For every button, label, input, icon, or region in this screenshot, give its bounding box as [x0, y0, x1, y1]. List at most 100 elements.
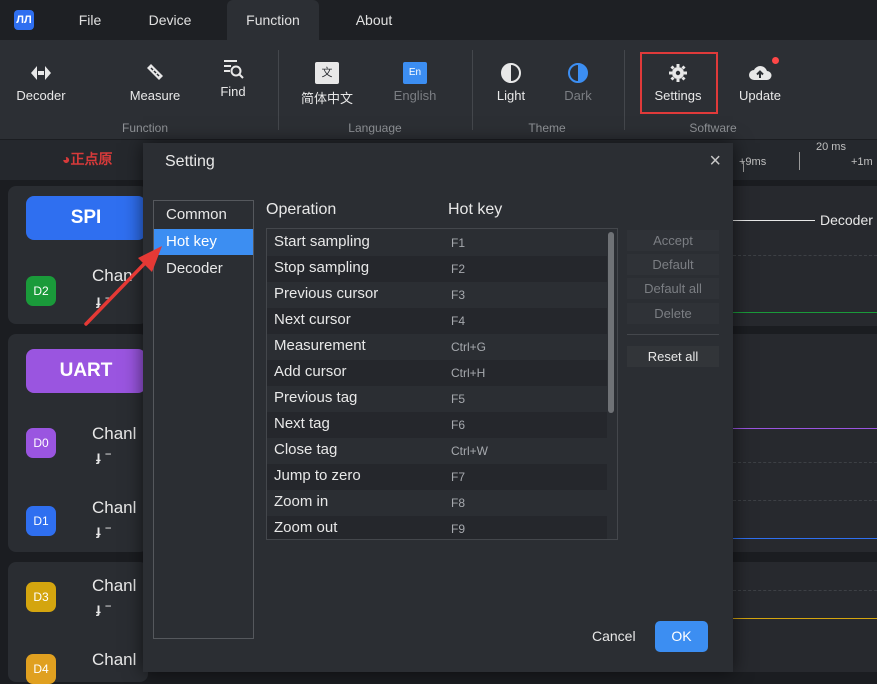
- table-row[interactable]: Measurement Ctrl+G: [267, 334, 607, 360]
- operation-cell: Previous cursor: [274, 285, 379, 302]
- menu-function[interactable]: Function: [227, 0, 319, 40]
- uart-protocol-button[interactable]: UART: [26, 349, 146, 393]
- hotkey-cell[interactable]: F5: [451, 392, 465, 406]
- table-row[interactable]: Previous tag F5: [267, 386, 607, 412]
- edge-trigger-icon[interactable]: ɟ ⁻: [96, 522, 112, 539]
- table-row[interactable]: Zoom in F8: [267, 490, 607, 516]
- operation-cell: Next tag: [274, 415, 330, 432]
- divider: [278, 50, 279, 130]
- default-all-button[interactable]: Default all: [627, 278, 719, 299]
- menu-about[interactable]: About: [344, 0, 404, 40]
- edge-trigger-icon[interactable]: ɟ ⁻: [96, 600, 112, 617]
- language-group-label: Language: [348, 121, 402, 135]
- light-theme-button[interactable]: Light: [476, 62, 546, 103]
- table-row[interactable]: Previous cursor F3: [267, 282, 607, 308]
- table-row[interactable]: Zoom out F9: [267, 516, 607, 539]
- column-header-operation: Operation: [266, 201, 337, 218]
- channel-chip-d2[interactable]: D2: [26, 276, 56, 306]
- find-icon: [224, 60, 244, 79]
- operation-cell: Add cursor: [274, 363, 347, 380]
- cloud-upload-icon: [749, 66, 772, 80]
- annotation-arrow: [84, 246, 162, 326]
- waveform-band: [733, 334, 877, 552]
- table-row[interactable]: Start sampling F1: [267, 230, 607, 256]
- table-row[interactable]: Jump to zero F7: [267, 464, 607, 490]
- table-row[interactable]: Close tag Ctrl+W: [267, 438, 607, 464]
- decoder-icon: [31, 66, 51, 80]
- cancel-button[interactable]: Cancel: [592, 628, 636, 644]
- operation-cell: Stop sampling: [274, 259, 370, 276]
- nav-item-common[interactable]: Common: [154, 202, 253, 228]
- channel-chip-d1[interactable]: D1: [26, 506, 56, 536]
- decoder-label: Decoder: [820, 212, 873, 228]
- close-icon[interactable]: ×: [709, 150, 721, 173]
- default-button[interactable]: Default: [627, 254, 719, 275]
- grid-line: [733, 255, 877, 256]
- settings-highlight-box: [640, 52, 718, 114]
- hotkey-cell[interactable]: F8: [451, 496, 465, 510]
- hotkey-cell[interactable]: F2: [451, 262, 465, 276]
- hotkey-cell[interactable]: Ctrl+H: [451, 366, 485, 380]
- menu-file[interactable]: File: [70, 0, 110, 40]
- update-label: Update: [739, 88, 781, 103]
- ok-button[interactable]: OK: [655, 621, 708, 652]
- channel-chip-d0[interactable]: D0: [26, 428, 56, 458]
- hotkey-cell[interactable]: F4: [451, 314, 465, 328]
- channel-name: Chanl: [92, 424, 137, 443]
- hotkey-cell[interactable]: F3: [451, 288, 465, 302]
- hotkey-cell[interactable]: F6: [451, 418, 465, 432]
- table-row[interactable]: Next tag F6: [267, 412, 607, 438]
- divider: [472, 50, 473, 130]
- table-scrollbar[interactable]: [608, 232, 614, 413]
- chinese-language-icon: 文: [315, 62, 339, 84]
- channel-name: Chanl: [92, 498, 137, 517]
- spi-protocol-button[interactable]: SPI: [26, 196, 146, 240]
- hotkey-cell[interactable]: F1: [451, 236, 465, 250]
- table-row[interactable]: Stop sampling F2: [267, 256, 607, 282]
- hotkey-cell[interactable]: F9: [451, 522, 465, 536]
- table-row[interactable]: Add cursor Ctrl+H: [267, 360, 607, 386]
- chinese-language-button[interactable]: 文 简体中文: [292, 62, 362, 107]
- grid-line: [733, 462, 877, 463]
- waveform-band: [733, 562, 877, 672]
- dark-theme-button[interactable]: Dark: [543, 62, 613, 103]
- menu-bar: ЛЛ File Device Function About: [0, 0, 877, 40]
- hotkey-cell[interactable]: F7: [451, 470, 465, 484]
- time-label-mid: 20 ms: [816, 141, 846, 153]
- channel-chip-d4[interactable]: D4: [26, 654, 56, 684]
- update-button[interactable]: Update: [725, 62, 795, 103]
- dark-theme-icon: [568, 63, 588, 83]
- table-row[interactable]: Next cursor F4: [267, 308, 607, 334]
- accept-button[interactable]: Accept: [627, 230, 719, 251]
- app-logo: ЛЛ: [14, 10, 34, 30]
- channel-name: Chanl: [92, 650, 137, 669]
- measure-button[interactable]: Measure: [120, 62, 190, 103]
- divider: [627, 334, 719, 335]
- waveform-d2: [733, 312, 877, 313]
- grid-line: [733, 590, 877, 591]
- english-language-icon: En: [403, 62, 427, 84]
- reset-all-button[interactable]: Reset all: [627, 346, 719, 367]
- grid-line: [733, 500, 877, 501]
- ruler-icon: [147, 64, 163, 80]
- operation-cell: Start sampling: [274, 233, 370, 250]
- function-group-label: Function: [121, 121, 169, 135]
- channel-chip-d3[interactable]: D3: [26, 582, 56, 612]
- decoder-button[interactable]: Decoder: [6, 62, 76, 103]
- brand-text: 正点原: [70, 151, 113, 167]
- operation-cell: Jump to zero: [274, 467, 361, 484]
- hotkey-cell[interactable]: Ctrl+W: [451, 444, 488, 458]
- find-button[interactable]: Find: [198, 58, 268, 99]
- edge-trigger-icon[interactable]: ɟ ⁻: [96, 448, 112, 465]
- channel-name: Chanl: [92, 576, 137, 595]
- light-label: Light: [496, 88, 526, 103]
- settings-dialog: Setting × Common Hot key Decoder Operati…: [143, 143, 733, 672]
- menu-device[interactable]: Device: [140, 0, 200, 40]
- decoder-line: [733, 220, 815, 221]
- english-language-button[interactable]: En English: [380, 62, 450, 103]
- hotkey-cell[interactable]: Ctrl+G: [451, 340, 486, 354]
- delete-button[interactable]: Delete: [627, 303, 719, 324]
- operation-cell: Close tag: [274, 441, 338, 458]
- light-theme-icon: [501, 63, 521, 83]
- theme-group-label: Theme: [528, 121, 566, 135]
